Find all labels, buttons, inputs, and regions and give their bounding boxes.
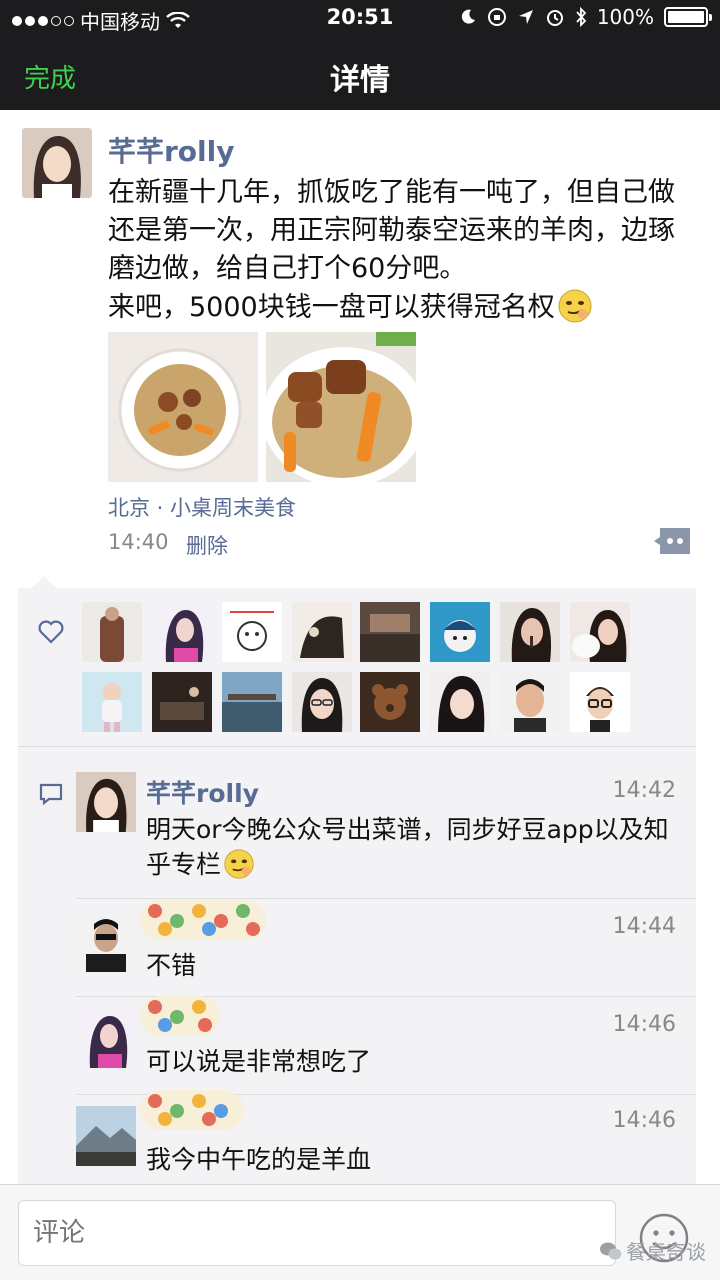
comment-time: 14:46 (612, 1108, 676, 1133)
moon-icon (461, 9, 475, 24)
comment-input[interactable] (18, 1200, 616, 1266)
liker-avatar[interactable] (500, 672, 560, 732)
commenter-avatar[interactable] (76, 912, 136, 972)
smirk-emoji-icon (558, 289, 592, 323)
blurred-name (140, 900, 266, 940)
alarm-icon (546, 10, 563, 26)
comment-text: 不错 (146, 951, 197, 980)
comment-divider (76, 898, 696, 899)
blurred-name (140, 996, 220, 1036)
status-right: 100% (459, 5, 712, 29)
commenter-avatar[interactable] (76, 772, 136, 832)
liker-avatar[interactable] (430, 672, 490, 732)
comment-time: 14:42 (612, 778, 676, 803)
wechat-logo-icon (600, 1242, 622, 1259)
comment-time: 14:44 (612, 914, 676, 939)
commenter-avatar[interactable] (76, 1008, 136, 1068)
liker-avatar[interactable] (292, 602, 352, 662)
liker-avatar[interactable] (82, 672, 142, 732)
comment-bubble-icon (654, 528, 690, 554)
liker-avatar[interactable] (222, 672, 282, 732)
panel-divider (18, 746, 696, 747)
comment-author[interactable]: 芊芊rolly (146, 774, 259, 810)
author-avatar[interactable] (22, 128, 92, 198)
post-photo[interactable] (108, 332, 258, 482)
smirk-emoji-icon (224, 849, 254, 879)
panel-arrow (32, 576, 56, 588)
watermark: 餐桌奇谈 (600, 1236, 706, 1265)
watermark-text: 餐桌奇谈 (626, 1240, 706, 1264)
comment-text: 我今中午吃的是羊血 (146, 1145, 372, 1174)
liker-avatar[interactable] (222, 602, 282, 662)
rotation-lock-icon (487, 8, 506, 26)
liker-avatar[interactable] (430, 602, 490, 662)
post-photo[interactable] (266, 332, 416, 482)
liker-avatar[interactable] (152, 672, 212, 732)
top-bar: 中国移动 20:51 100% 完成 详情 (0, 0, 720, 110)
blurred-name (140, 1090, 244, 1130)
liker-avatar[interactable] (292, 672, 352, 732)
delete-button[interactable]: 删除 (186, 530, 228, 560)
comment-text: 明天or今晚公众号出菜谱，同步好豆app以及知乎专栏 (146, 812, 686, 882)
liker-avatar[interactable] (152, 602, 212, 662)
post-text: 在新疆十几年，抓饭吃了能有一吨了，但自己做还是第一次，用正宗阿勒泰空运来的羊肉，… (108, 174, 698, 327)
commenter-avatar[interactable] (76, 1106, 136, 1166)
page-title: 详情 (330, 63, 390, 98)
post-time: 14:40 (108, 530, 169, 554)
liker-avatar[interactable] (570, 672, 630, 732)
liker-avatar[interactable] (360, 672, 420, 732)
comment-text: 可以说是非常想吃了 (146, 1047, 372, 1076)
liker-avatar[interactable] (500, 602, 560, 662)
battery-icon (664, 7, 712, 27)
location-arrow-icon (518, 10, 533, 24)
status-bar: 中国移动 20:51 100% (0, 0, 720, 36)
more-actions-button[interactable] (654, 528, 690, 554)
comment-time: 14:46 (612, 1012, 676, 1037)
post-location[interactable]: 北京 · 小桌周末美食 (108, 492, 296, 522)
bluetooth-icon (576, 7, 587, 27)
battery-percent: 100% (596, 5, 654, 29)
liker-avatar[interactable] (360, 602, 420, 662)
heart-icon (38, 620, 64, 644)
liker-avatar[interactable] (82, 602, 142, 662)
liker-avatar[interactable] (570, 602, 630, 662)
post-author-name[interactable]: 芊芊rolly (108, 130, 235, 170)
comment-icon (39, 783, 63, 806)
